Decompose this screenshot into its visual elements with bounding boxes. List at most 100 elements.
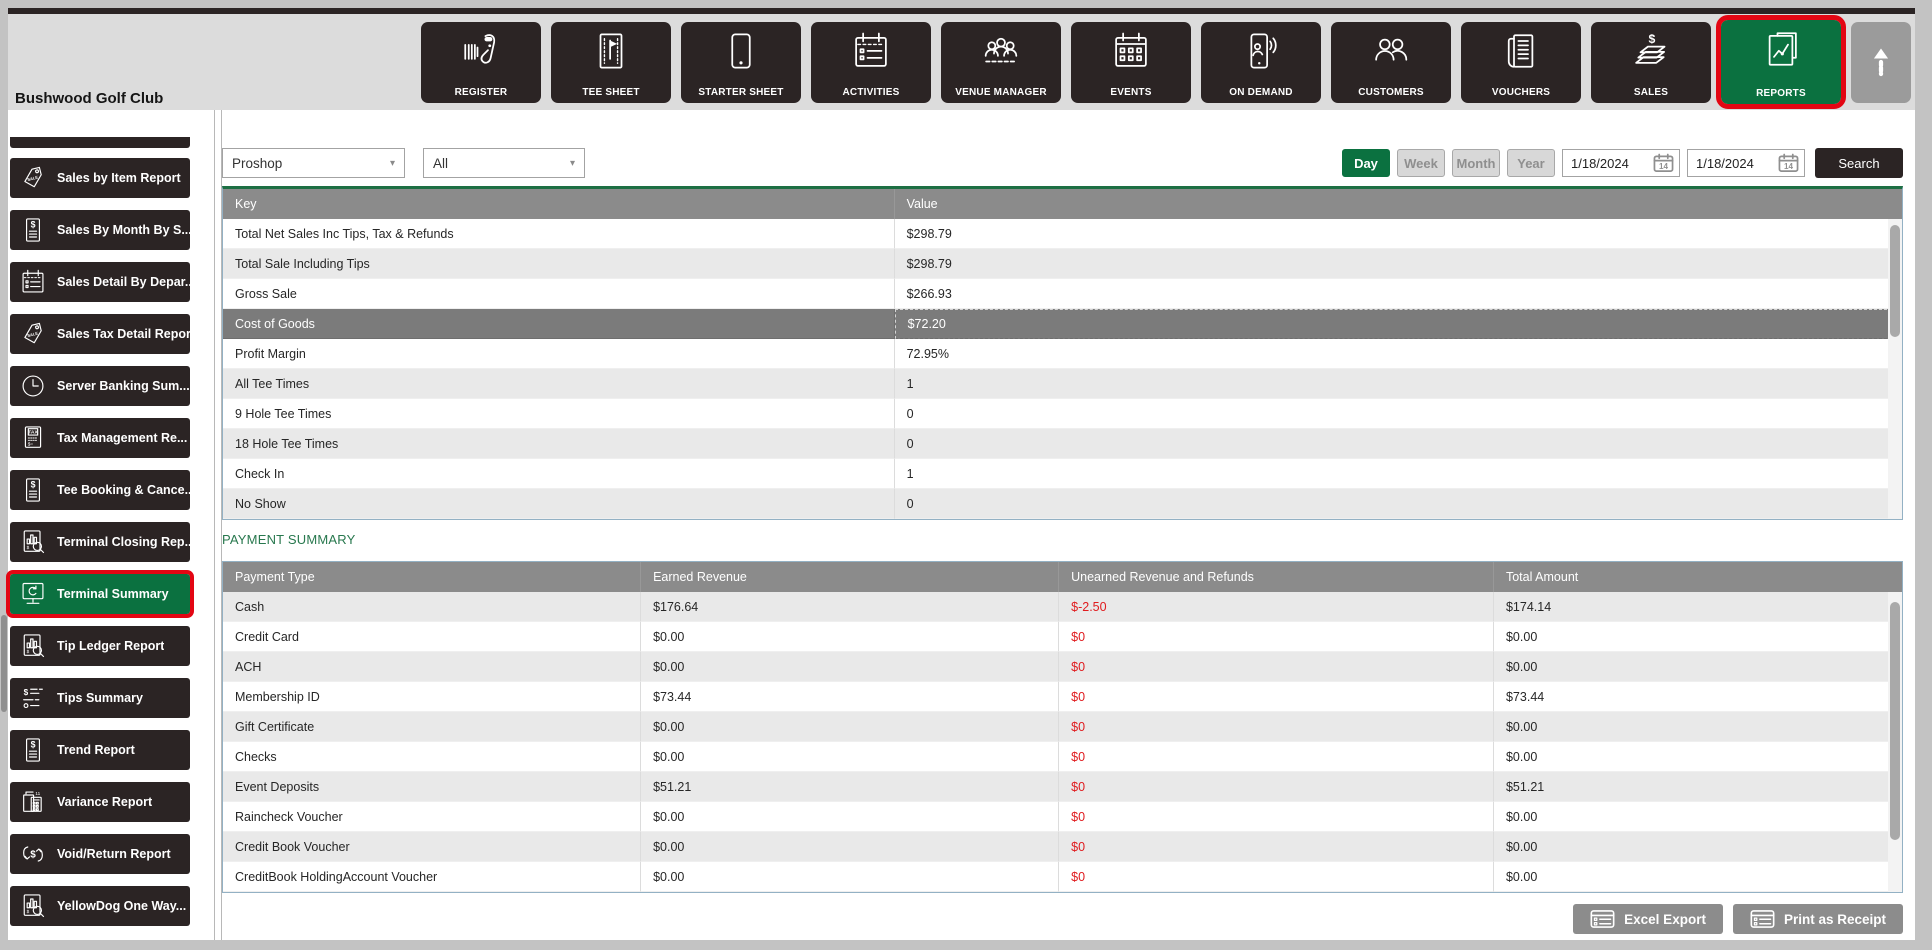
sidebar-item-sales-detail-by-depar[interactable]: Sales Detail By Depar...	[10, 262, 190, 302]
end-date-field[interactable]: 1/18/2024 14	[1687, 149, 1805, 177]
payment-table-scrollbar[interactable]	[1888, 592, 1902, 892]
toolbar-button-activities[interactable]: ACTIVITIES	[811, 21, 931, 103]
payment-type-cell[interactable]: Cash	[223, 592, 642, 622]
print-receipt-button[interactable]: Print as Receipt	[1732, 904, 1903, 934]
summary-value-cell[interactable]: 0	[894, 399, 1902, 429]
summary-value-cell[interactable]: $266.93	[894, 279, 1902, 309]
sidebar-item-sales-tax-detail-report[interactable]: SALE Sales Tax Detail Report	[10, 314, 190, 354]
unearned-revenue-cell[interactable]: $0	[1059, 832, 1494, 862]
sidebar-item-tip-ledger-report[interactable]: $ Tip Ledger Report	[10, 626, 190, 666]
total-amount-cell[interactable]: $0.00	[1493, 742, 1902, 772]
excel-export-button[interactable]: Excel Export	[1573, 904, 1723, 934]
scrollbar-thumb[interactable]	[1890, 602, 1900, 840]
summary-key-cell[interactable]: All Tee Times	[223, 369, 895, 399]
summary-value-cell[interactable]: $298.79	[894, 249, 1902, 279]
summary-row-9-hole-tee-times[interactable]: 9 Hole Tee Times 0	[223, 399, 1902, 429]
earned-revenue-cell[interactable]: $0.00	[641, 622, 1060, 652]
summary-row-all-tee-times[interactable]: All Tee Times 1	[223, 369, 1902, 399]
start-date-field[interactable]: 1/18/2024 14	[1562, 149, 1680, 177]
scrollbar-thumb[interactable]	[1890, 225, 1900, 337]
sidebar-item-tee-booking-cance[interactable]: $ Tee Booking & Cance...	[10, 470, 190, 510]
toolbar-button-starter-sheet[interactable]: STARTER SHEET	[681, 21, 801, 103]
total-amount-cell[interactable]: $73.44	[1493, 682, 1902, 712]
payment-row-checks[interactable]: Checks $0.00 $0 $0.00	[223, 742, 1902, 772]
search-button[interactable]: Search	[1815, 148, 1903, 178]
sidebar-scrollbar-thumb[interactable]	[1, 615, 7, 712]
summary-value-cell[interactable]: 1	[894, 459, 1902, 489]
payment-type-cell[interactable]: Raincheck Voucher	[223, 802, 642, 832]
unearned-revenue-cell[interactable]: $0	[1059, 862, 1494, 892]
payment-row-cash[interactable]: Cash $176.64 $-2.50 $174.14	[223, 592, 1902, 622]
summary-row-18-hole-tee-times[interactable]: 18 Hole Tee Times 0	[223, 429, 1902, 459]
sidebar-item-partial[interactable]	[10, 137, 190, 148]
calendar-icon[interactable]: 14	[1778, 153, 1799, 173]
summary-key-cell[interactable]: Gross Sale	[223, 279, 895, 309]
payment-row-credit-card[interactable]: Credit Card $0.00 $0 $0.00	[223, 622, 1902, 652]
earned-revenue-cell[interactable]: $0.00	[641, 802, 1060, 832]
total-amount-cell[interactable]: $0.00	[1493, 712, 1902, 742]
unearned-revenue-cell[interactable]: $0	[1059, 802, 1494, 832]
toolbar-button-sales[interactable]: $ SALES	[1591, 21, 1711, 103]
earned-revenue-cell[interactable]: $51.21	[641, 772, 1060, 802]
summary-row-total-net-sales-inc-tips-tax-refunds[interactable]: Total Net Sales Inc Tips, Tax & Refunds $…	[223, 219, 1902, 249]
earned-revenue-cell[interactable]: $176.64	[641, 592, 1060, 622]
total-amount-cell[interactable]: $0.00	[1493, 802, 1902, 832]
toolbar-button-on-demand[interactable]: ON DEMAND	[1201, 21, 1321, 103]
summary-value-cell[interactable]: 0	[894, 429, 1902, 459]
summary-row-check-in[interactable]: Check In 1	[223, 459, 1902, 489]
earned-revenue-cell[interactable]: $0.00	[641, 832, 1060, 862]
payment-type-cell[interactable]: Checks	[223, 742, 642, 772]
period-button-month[interactable]: Month	[1452, 149, 1500, 177]
period-button-year[interactable]: Year	[1507, 149, 1555, 177]
earned-revenue-cell[interactable]: $0.00	[641, 652, 1060, 682]
total-amount-cell[interactable]: $0.00	[1493, 862, 1902, 892]
location-dropdown[interactable]: Proshop ▾	[222, 148, 405, 178]
toolbar-button-venue-manager[interactable]: VENUE MANAGER	[941, 21, 1061, 103]
calendar-icon[interactable]: 14	[1653, 153, 1674, 173]
total-amount-cell[interactable]: $0.00	[1493, 622, 1902, 652]
toolbar-button-customers[interactable]: CUSTOMERS	[1331, 21, 1451, 103]
sidebar-item-trend-report[interactable]: $ Trend Report	[10, 730, 190, 770]
toolbar-button-vouchers[interactable]: VOUCHERS	[1461, 21, 1581, 103]
unearned-revenue-cell[interactable]: $0	[1059, 772, 1494, 802]
unearned-revenue-cell[interactable]: $0	[1059, 712, 1494, 742]
summary-value-cell[interactable]: 1	[894, 369, 1902, 399]
summary-key-cell[interactable]: 18 Hole Tee Times	[223, 429, 895, 459]
unearned-revenue-cell[interactable]: $-2.50	[1059, 592, 1494, 622]
summary-table-scrollbar[interactable]	[1888, 219, 1902, 519]
summary-row-cost-of-goods[interactable]: Cost of Goods $72.20	[223, 309, 1902, 339]
earned-revenue-cell[interactable]: $0.00	[641, 862, 1060, 892]
summary-value-cell[interactable]: $72.20	[894, 309, 1902, 339]
payment-row-creditbook-holdingaccount-voucher[interactable]: CreditBook HoldingAccount Voucher $0.00 $0…	[223, 862, 1902, 892]
sidebar-item-tips-summary[interactable]: $ Tips Summary	[10, 678, 190, 718]
summary-row-no-show[interactable]: No Show 0	[223, 489, 1902, 519]
sidebar-item-terminal-summary[interactable]: Terminal Summary	[6, 570, 194, 618]
sidebar-item-variance-report[interactable]: 11 Variance Report	[10, 782, 190, 822]
payment-type-cell[interactable]: CreditBook HoldingAccount Voucher	[223, 862, 642, 892]
payment-type-cell[interactable]: Event Deposits	[223, 772, 642, 802]
sidebar-item-void-return-report[interactable]: $ Void/Return Report	[10, 834, 190, 874]
unearned-revenue-cell[interactable]: $0	[1059, 622, 1494, 652]
toolbar-button-reports[interactable]: REPORTS	[1716, 15, 1846, 109]
payment-row-raincheck-voucher[interactable]: Raincheck Voucher $0.00 $0 $0.00	[223, 802, 1902, 832]
period-button-day[interactable]: Day	[1342, 149, 1390, 177]
summary-key-cell[interactable]: 9 Hole Tee Times	[223, 399, 895, 429]
total-amount-cell[interactable]: $0.00	[1493, 832, 1902, 862]
summary-key-cell[interactable]: Total Sale Including Tips	[223, 249, 895, 279]
unearned-revenue-cell[interactable]: $0	[1059, 682, 1494, 712]
sidebar-item-tax-management-re[interactable]: TAX $= Tax Management Re...	[10, 418, 190, 458]
payment-row-credit-book-voucher[interactable]: Credit Book Voucher $0.00 $0 $0.00	[223, 832, 1902, 862]
payment-row-gift-certificate[interactable]: Gift Certificate $0.00 $0 $0.00	[223, 712, 1902, 742]
summary-row-profit-margin[interactable]: Profit Margin 72.95%	[223, 339, 1902, 369]
payment-type-cell[interactable]: Credit Card	[223, 622, 642, 652]
payment-row-event-deposits[interactable]: Event Deposits $51.21 $0 $51.21	[223, 772, 1902, 802]
sidebar-item-sales-by-item-report[interactable]: SALE Sales by Item Report	[10, 158, 190, 198]
summary-key-cell[interactable]: Total Net Sales Inc Tips, Tax & Refunds	[223, 219, 895, 249]
total-amount-cell[interactable]: $51.21	[1493, 772, 1902, 802]
total-amount-cell[interactable]: $174.14	[1493, 592, 1902, 622]
terminal-dropdown[interactable]: All ▾	[423, 148, 585, 178]
earned-revenue-cell[interactable]: $0.00	[641, 742, 1060, 772]
earned-revenue-cell[interactable]: $73.44	[641, 682, 1060, 712]
sidebar-item-server-banking-sum[interactable]: Server Banking Sum...	[10, 366, 190, 406]
period-button-week[interactable]: Week	[1397, 149, 1445, 177]
